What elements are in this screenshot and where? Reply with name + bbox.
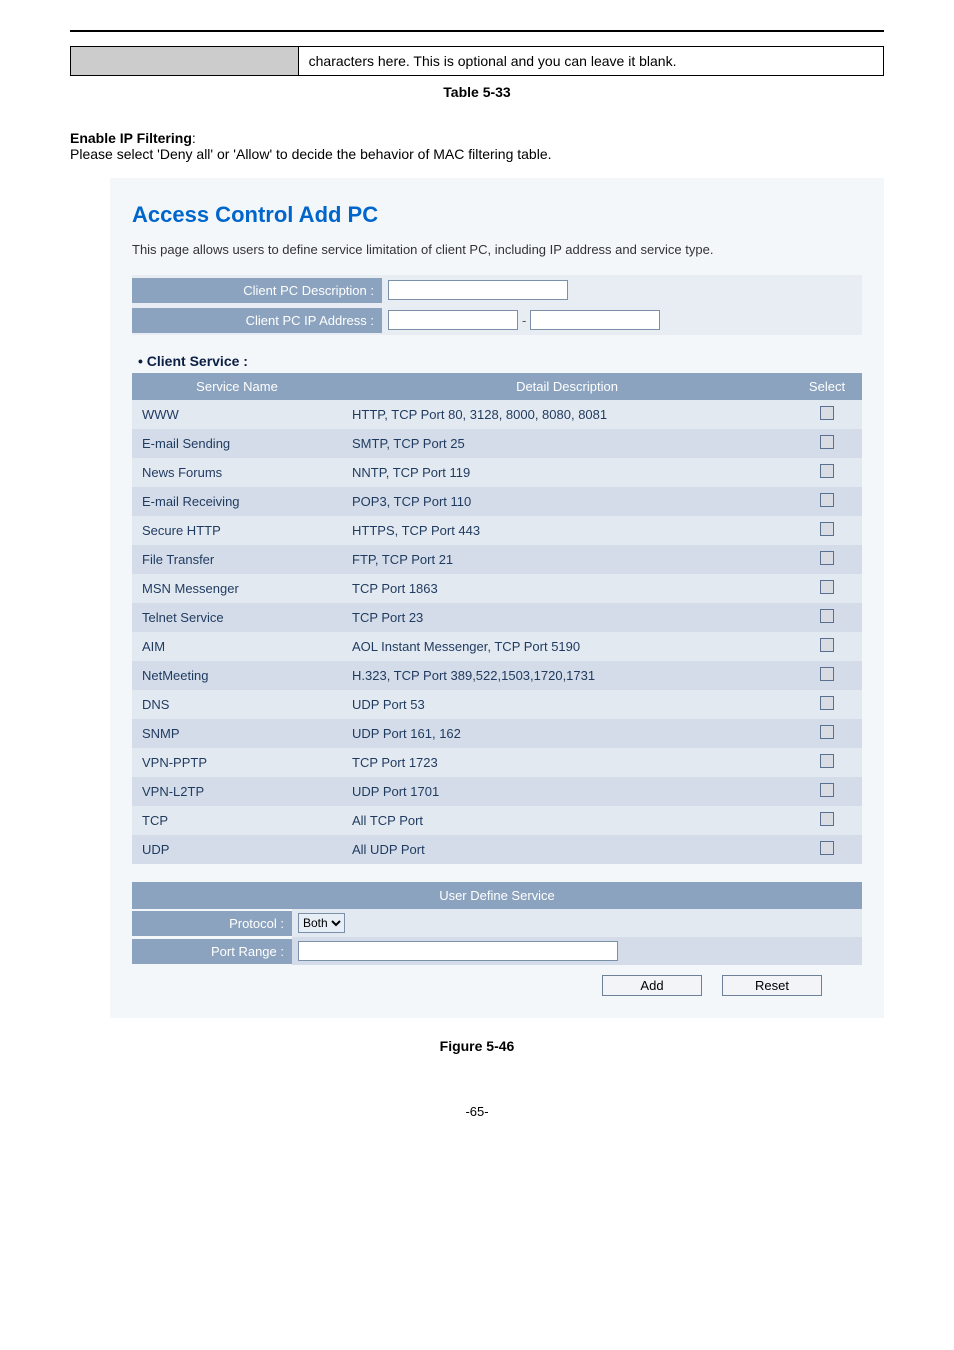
port-range-input[interactable] (298, 941, 618, 961)
service-checkbox[interactable] (820, 754, 834, 768)
service-detail: TCP Port 23 (342, 603, 792, 632)
service-name: E-mail Receiving (132, 487, 342, 516)
table-row: News ForumsNNTP, TCP Port 119 (132, 458, 862, 487)
service-checkbox[interactable] (820, 812, 834, 826)
service-checkbox[interactable] (820, 638, 834, 652)
service-name-header: Service Name (132, 373, 342, 400)
service-detail: SMTP, TCP Port 25 (342, 429, 792, 458)
service-name: MSN Messenger (132, 574, 342, 603)
client-desc-label: Client PC Description : (132, 278, 382, 303)
client-ip-end-input[interactable] (530, 310, 660, 330)
service-table: Service Name Detail Description Select W… (132, 373, 862, 864)
table-row: UDPAll UDP Port (132, 835, 862, 864)
table-row: NetMeetingH.323, TCP Port 389,522,1503,1… (132, 661, 862, 690)
service-detail: All UDP Port (342, 835, 792, 864)
service-detail: UDP Port 53 (342, 690, 792, 719)
service-checkbox[interactable] (820, 522, 834, 536)
service-name: VPN-PPTP (132, 748, 342, 777)
client-ip-start-input[interactable] (388, 310, 518, 330)
reset-button[interactable]: Reset (722, 975, 822, 996)
table-row: E-mail ReceivingPOP3, TCP Port 110 (132, 487, 862, 516)
service-name: UDP (132, 835, 342, 864)
table-row: VPN-L2TPUDP Port 1701 (132, 777, 862, 806)
service-name: VPN-L2TP (132, 777, 342, 806)
protocol-select[interactable]: Both (298, 913, 345, 933)
service-name: AIM (132, 632, 342, 661)
select-header: Select (792, 373, 862, 400)
service-detail: NNTP, TCP Port 119 (342, 458, 792, 487)
service-detail: H.323, TCP Port 389,522,1503,1720,1731 (342, 661, 792, 690)
service-name: Telnet Service (132, 603, 342, 632)
service-detail: TCP Port 1723 (342, 748, 792, 777)
table-row: Telnet ServiceTCP Port 23 (132, 603, 862, 632)
client-service-heading: Client Service : (147, 353, 248, 369)
table-row: DNSUDP Port 53 (132, 690, 862, 719)
client-desc-input[interactable] (388, 280, 568, 300)
service-name: File Transfer (132, 545, 342, 574)
table-row: E-mail SendingSMTP, TCP Port 25 (132, 429, 862, 458)
service-name: SNMP (132, 719, 342, 748)
service-name: Secure HTTP (132, 516, 342, 545)
access-control-panel: Access Control Add PC This page allows u… (110, 178, 884, 1018)
service-name: E-mail Sending (132, 429, 342, 458)
port-range-label: Port Range : (132, 939, 292, 964)
service-detail: HTTPS, TCP Port 443 (342, 516, 792, 545)
figure-label: Figure 5-46 (70, 1038, 884, 1054)
table-row: Secure HTTPHTTPS, TCP Port 443 (132, 516, 862, 545)
protocol-label: Protocol : (132, 911, 292, 936)
service-checkbox[interactable] (820, 609, 834, 623)
service-detail: TCP Port 1863 (342, 574, 792, 603)
service-detail: AOL Instant Messenger, TCP Port 5190 (342, 632, 792, 661)
service-checkbox[interactable] (820, 464, 834, 478)
service-checkbox[interactable] (820, 435, 834, 449)
ip-filtering-heading: Enable IP Filtering (70, 130, 192, 146)
table-row: AIMAOL Instant Messenger, TCP Port 5190 (132, 632, 862, 661)
add-button[interactable]: Add (602, 975, 702, 996)
table-label: Table 5-33 (70, 84, 884, 100)
service-checkbox[interactable] (820, 551, 834, 565)
ip-filtering-text: Please select 'Deny all' or 'Allow' to d… (70, 146, 884, 162)
previous-table-row: characters here. This is optional and yo… (70, 46, 884, 76)
service-checkbox[interactable] (820, 696, 834, 710)
previous-table-text: characters here. This is optional and yo… (298, 47, 883, 76)
service-checkbox[interactable] (820, 841, 834, 855)
service-checkbox[interactable] (820, 725, 834, 739)
ip-range-dash: - (522, 313, 526, 328)
service-detail: POP3, TCP Port 110 (342, 487, 792, 516)
table-row: File TransferFTP, TCP Port 21 (132, 545, 862, 574)
client-ip-label: Client PC IP Address : (132, 308, 382, 333)
table-row: TCPAll TCP Port (132, 806, 862, 835)
service-name: News Forums (132, 458, 342, 487)
detail-header: Detail Description (342, 373, 792, 400)
service-checkbox[interactable] (820, 493, 834, 507)
service-name: WWW (132, 400, 342, 429)
service-name: TCP (132, 806, 342, 835)
table-row: MSN MessengerTCP Port 1863 (132, 574, 862, 603)
panel-title: Access Control Add PC (132, 202, 862, 228)
panel-desc: This page allows users to define service… (132, 242, 862, 257)
table-row: SNMPUDP Port 161, 162 (132, 719, 862, 748)
service-detail: All TCP Port (342, 806, 792, 835)
service-detail: HTTP, TCP Port 80, 3128, 8000, 8080, 808… (342, 400, 792, 429)
service-checkbox[interactable] (820, 580, 834, 594)
service-detail: UDP Port 1701 (342, 777, 792, 806)
page-number: -65- (70, 1104, 884, 1119)
table-row: VPN-PPTPTCP Port 1723 (132, 748, 862, 777)
service-name: DNS (132, 690, 342, 719)
user-define-title: User Define Service (132, 882, 862, 909)
service-name: NetMeeting (132, 661, 342, 690)
service-detail: UDP Port 161, 162 (342, 719, 792, 748)
service-detail: FTP, TCP Port 21 (342, 545, 792, 574)
table-row: WWWHTTP, TCP Port 80, 3128, 8000, 8080, … (132, 400, 862, 429)
service-checkbox[interactable] (820, 783, 834, 797)
service-checkbox[interactable] (820, 667, 834, 681)
service-checkbox[interactable] (820, 406, 834, 420)
